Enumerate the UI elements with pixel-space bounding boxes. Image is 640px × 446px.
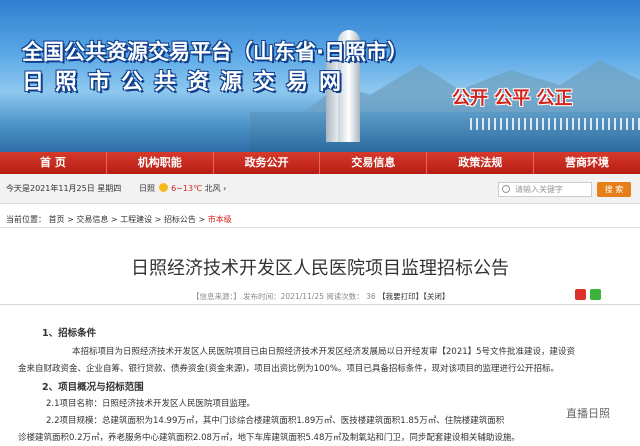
breadcrumb-trading[interactable]: 交易信息 [76, 215, 108, 224]
watermark: 直播日照 [566, 407, 610, 420]
weather-city: 日照 [139, 184, 155, 193]
divider [0, 227, 640, 228]
section-heading: 1、招标条件 [42, 328, 97, 339]
site-slogan: 公开 公平 公正 [452, 88, 573, 109]
article-title: 日照经济技术开发区人民医院项目监理招标公告 [131, 258, 509, 279]
sun-icon [158, 183, 168, 192]
search-input[interactable]: 请输入关键字 [498, 182, 592, 197]
meta-views: 36 [366, 292, 376, 301]
site-subtitle: 日照市公共资源交易网 [22, 70, 353, 95]
breadcrumb-current[interactable]: 市本级 [208, 215, 232, 224]
paragraph: 本招标项目为日照经济技术开发区人民医院项目已由日照经济技术开发区经济发展局以日开… [72, 347, 576, 357]
nav-item-government[interactable]: 政务公开 [214, 152, 321, 174]
search-button[interactable]: 搜 索 [597, 182, 631, 197]
site-title: 全国公共资源交易平台（山东省·日照市） [22, 40, 408, 64]
info-bar: 今天是2021年11月25日 星期四 日照 6~13℃ 北风 › 请输入关键字 … [0, 174, 640, 204]
paragraph: 诊楼建筑面积0.2万㎡，养老服务中心建筑面积2.08万㎡，地下车库建筑面积5.4… [18, 433, 520, 443]
paragraph: 金来自财政资金、企业自筹、银行贷款、债券资金(资金来源)，项目出资比例为100%… [18, 364, 559, 374]
weather-temp: 6~13℃ [171, 184, 203, 193]
breadcrumb-separator: > [108, 215, 121, 224]
breadcrumb-prefix: 当前位置： [6, 215, 46, 224]
meta-source: 【信息来源： [192, 292, 234, 301]
current-date: 今天是2021年11月25日 星期四 [6, 184, 122, 193]
nav-item-business[interactable]: 营商环境 [534, 152, 640, 174]
main-nav: 首 页 机构职能 政务公开 交易信息 政策法规 营商环境 [0, 152, 640, 174]
header-banner: 全国公共资源交易平台（山东省·日照市） 日照市公共资源交易网 公开 公平 公正 [0, 0, 640, 152]
breadcrumb: 当前位置： 首页 > 交易信息 > 工程建设 > 招标公告 > 市本级 [6, 214, 232, 225]
breadcrumb-engineering[interactable]: 工程建设 [120, 215, 152, 224]
paragraph: 2.1项目名称：日照经济技术开发区人民医院项目监理。 [46, 399, 256, 409]
marina-graphic [470, 118, 640, 130]
wechat-share-icon[interactable] [590, 289, 601, 300]
nav-item-agency[interactable]: 机构职能 [107, 152, 214, 174]
weather-widget: 日照 6~13℃ 北风 › [139, 183, 226, 194]
breadcrumb-bidding[interactable]: 招标公告 [164, 215, 196, 224]
article-meta: 【信息来源：】 发布时间：2021/11/25 阅读次数： 36 【我要打印】【… [192, 291, 449, 302]
breadcrumb-home[interactable]: 首页 [49, 215, 65, 224]
breadcrumb-separator: > [195, 215, 208, 224]
paragraph: 2.2项目规模：总建筑面积为14.99万㎡，其中门诊综合楼建筑面积1.89万㎡、… [46, 416, 505, 426]
divider [0, 304, 640, 305]
breadcrumb-separator: > [152, 215, 164, 224]
close-link[interactable]: 【关闭】 [423, 292, 449, 301]
breadcrumb-separator: > [64, 215, 77, 224]
print-link[interactable]: 【我要打印】 [378, 292, 423, 301]
search-icon [502, 185, 510, 193]
weibo-share-icon[interactable] [575, 289, 586, 300]
nav-item-trading[interactable]: 交易信息 [320, 152, 428, 174]
nav-item-policy[interactable]: 政策法规 [427, 152, 535, 174]
weather-wind: 北风 [204, 184, 221, 193]
chevron-right-icon[interactable]: › [223, 184, 226, 193]
section-heading: 2、项目概况与招标范围 [42, 382, 144, 393]
meta-date: 】 发布时间：2021/11/25 阅读次数： [233, 292, 364, 301]
nav-item-home[interactable]: 首 页 [0, 152, 107, 174]
